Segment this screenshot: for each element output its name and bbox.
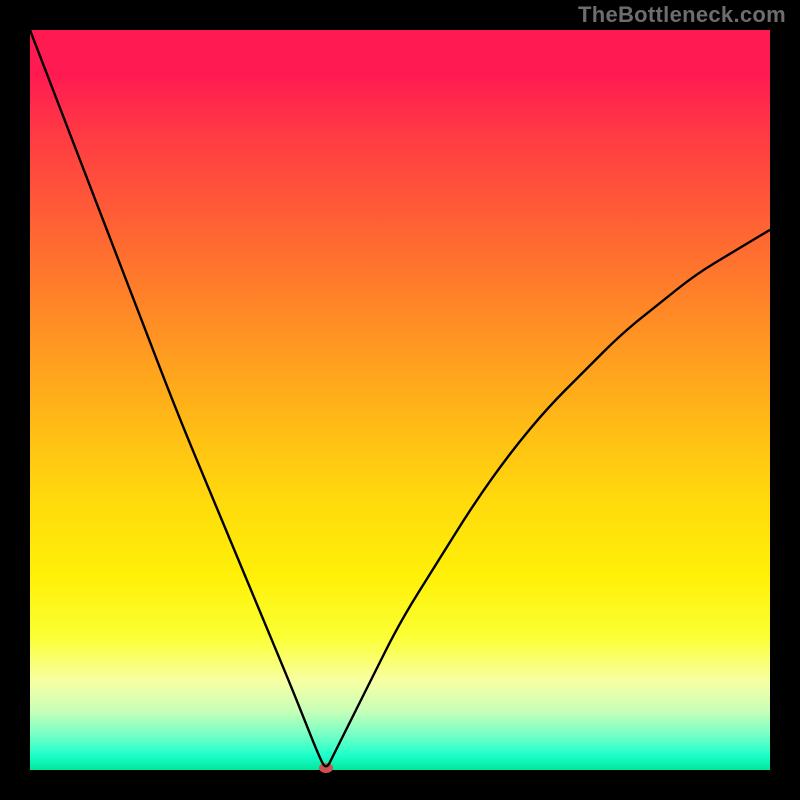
chart-frame: TheBottleneck.com (0, 0, 800, 800)
bottleneck-curve (30, 30, 770, 770)
optimum-marker (319, 763, 333, 773)
plot-gradient-area (30, 30, 770, 770)
curve-path (30, 30, 770, 766)
watermark-text: TheBottleneck.com (578, 2, 786, 28)
